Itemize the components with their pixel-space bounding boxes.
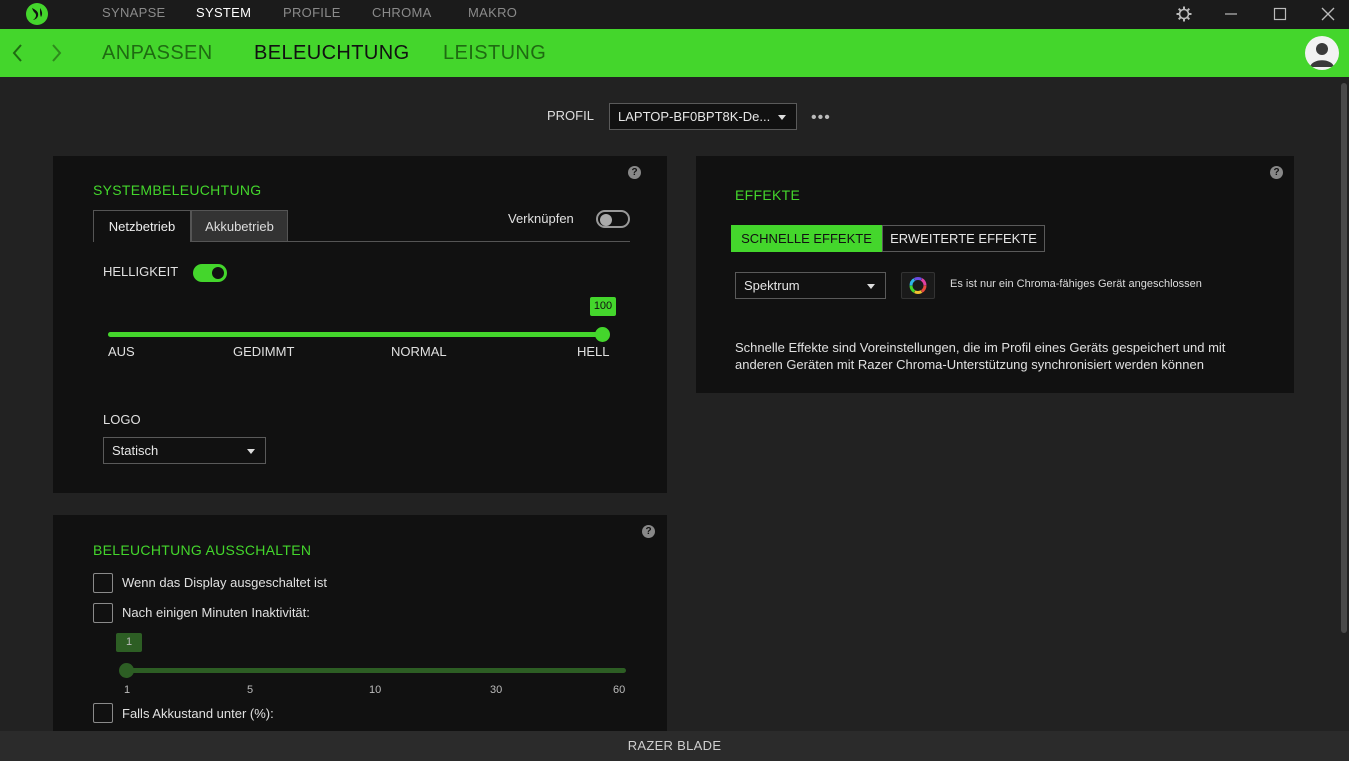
chevron-right-icon[interactable] bbox=[46, 39, 66, 67]
help-icon[interactable]: ? bbox=[628, 166, 641, 179]
effect-select[interactable]: Spektrum bbox=[735, 272, 886, 299]
tab-divider bbox=[288, 241, 630, 242]
minimize-icon[interactable] bbox=[1221, 4, 1241, 24]
checkbox-inactivity[interactable] bbox=[93, 603, 113, 623]
topnav-makro[interactable]: MAKRO bbox=[468, 0, 517, 29]
slider-label-normal: NORMAL bbox=[391, 344, 447, 359]
logo-label: LOGO bbox=[103, 412, 141, 427]
minutes-value-badge: 1 bbox=[116, 633, 142, 652]
toggle-knob bbox=[212, 267, 224, 279]
logo-effect-select[interactable]: Statisch bbox=[103, 437, 266, 464]
tick-label: 10 bbox=[369, 684, 382, 696]
topnav-synapse[interactable]: SYNAPSE bbox=[102, 0, 166, 29]
tick-label: 30 bbox=[490, 684, 503, 696]
lighting-off-title: BELEUCHTUNG AUSSCHALTEN bbox=[93, 542, 312, 558]
vertical-scrollbar[interactable] bbox=[1341, 83, 1347, 633]
more-options-icon[interactable]: ••• bbox=[811, 109, 831, 127]
chevron-down-icon bbox=[867, 283, 875, 289]
razer-logo-icon[interactable] bbox=[24, 2, 50, 26]
topnav-profile[interactable]: PROFILE bbox=[283, 0, 341, 29]
sub-navigation-bar: ANPASSEN BELEUCHTUNG LEISTUNG bbox=[0, 29, 1349, 77]
slider-label-gedimmt: GEDIMMT bbox=[233, 344, 295, 359]
chevron-left-icon[interactable] bbox=[8, 39, 28, 67]
tab-quick-effects[interactable]: SCHNELLE EFFEKTE bbox=[731, 225, 882, 252]
topnav-system[interactable]: SYSTEM bbox=[196, 0, 251, 29]
effects-description-line1: Schnelle Effekte sind Voreinstellungen, … bbox=[735, 340, 1226, 355]
chroma-rainbow-icon[interactable] bbox=[901, 272, 935, 299]
profile-label: PROFIL bbox=[547, 108, 594, 123]
tab-beleuchtung[interactable]: BELEUCHTUNG bbox=[254, 29, 410, 77]
tab-anpassen[interactable]: ANPASSEN bbox=[102, 29, 213, 77]
tick-label: 1 bbox=[124, 684, 131, 696]
option-inactivity-label: Nach einigen Minuten Inaktivität: bbox=[122, 605, 310, 620]
toggle-knob bbox=[600, 214, 612, 226]
profile-select[interactable]: LAPTOP-BF0BPT8K-De... bbox=[609, 103, 797, 130]
profile-select-value: LAPTOP-BF0BPT8K-De... bbox=[618, 109, 771, 124]
tab-netzbetrieb[interactable]: Netzbetrieb bbox=[93, 210, 191, 242]
tab-akkubetrieb[interactable]: Akkubetrieb bbox=[191, 210, 288, 242]
device-note: Es ist nur ein Chroma-fähiges Gerät ange… bbox=[950, 278, 1202, 290]
brightness-slider-fill bbox=[108, 332, 602, 337]
effect-select-value: Spektrum bbox=[744, 278, 800, 293]
brightness-toggle[interactable] bbox=[193, 264, 227, 282]
slider-label-aus: AUS bbox=[108, 344, 135, 359]
slider-label-hell: HELL bbox=[577, 344, 610, 359]
system-lighting-title: SYSTEMBELEUCHTUNG bbox=[93, 182, 262, 198]
brightness-label: HELLIGKEIT bbox=[103, 264, 179, 279]
effects-description-line2: anderen Geräten mit Razer Chroma-Unterst… bbox=[735, 357, 1204, 372]
device-status-bar: RAZER BLADE bbox=[0, 731, 1349, 761]
brightness-slider-track[interactable] bbox=[108, 332, 602, 337]
title-bar: SYNAPSE SYSTEM PROFILE CHROMA MAKRO bbox=[0, 0, 1349, 29]
brightness-slider-thumb[interactable] bbox=[595, 327, 610, 342]
minutes-slider-thumb[interactable] bbox=[119, 663, 134, 678]
checkbox-battery-below[interactable] bbox=[93, 703, 113, 723]
option-display-off-label: Wenn das Display ausgeschaltet ist bbox=[122, 575, 327, 590]
tick-label: 60 bbox=[613, 684, 626, 696]
minutes-slider-track[interactable] bbox=[125, 668, 626, 673]
tick-label: 5 bbox=[247, 684, 254, 696]
tab-advanced-effects[interactable]: ERWEITERTE EFFEKTE bbox=[882, 225, 1045, 252]
option-battery-below-label: Falls Akkustand unter (%): bbox=[122, 706, 274, 721]
help-icon[interactable]: ? bbox=[642, 525, 655, 538]
link-toggle[interactable] bbox=[596, 210, 630, 228]
chevron-down-icon bbox=[778, 114, 786, 120]
checkbox-display-off[interactable] bbox=[93, 573, 113, 593]
topnav-chroma[interactable]: CHROMA bbox=[372, 0, 432, 29]
help-icon[interactable]: ? bbox=[1270, 166, 1283, 179]
effects-title: EFFEKTE bbox=[735, 187, 801, 203]
tab-leistung[interactable]: LEISTUNG bbox=[443, 29, 546, 77]
close-icon[interactable] bbox=[1318, 4, 1338, 24]
link-toggle-label: Verknüpfen bbox=[508, 211, 574, 226]
brightness-value-badge: 100 bbox=[590, 297, 616, 316]
chevron-down-icon bbox=[247, 448, 255, 454]
gear-icon[interactable] bbox=[1174, 4, 1194, 24]
user-avatar-icon[interactable] bbox=[1305, 36, 1339, 70]
logo-effect-value: Statisch bbox=[112, 443, 159, 458]
maximize-icon[interactable] bbox=[1270, 4, 1290, 24]
